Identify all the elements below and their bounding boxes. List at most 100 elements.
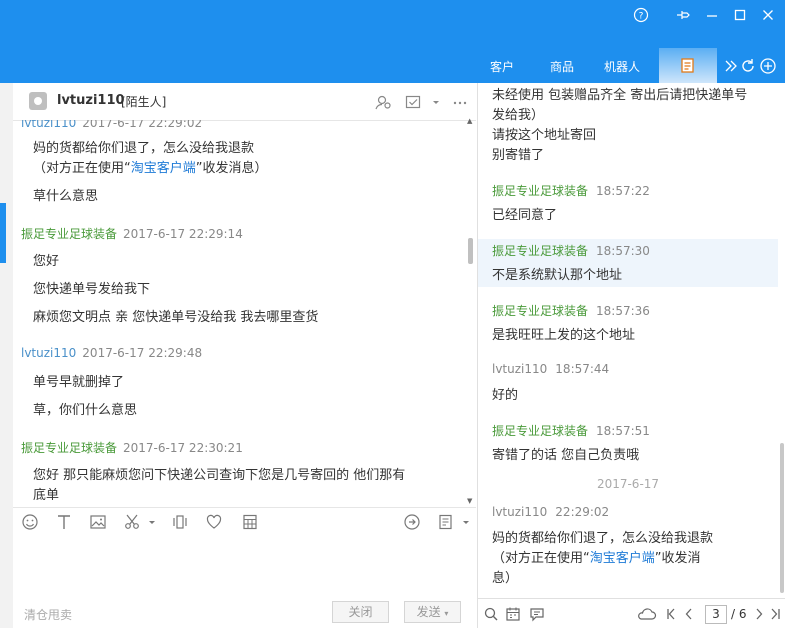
history-text: 妈的货都给你们退了，怎么没给我退款 — [492, 531, 714, 546]
sender-name[interactable]: 振足专业足球装备 — [492, 244, 588, 258]
client-notice: （对方正在使用“淘宝客户端”收发消息） — [33, 157, 268, 176]
history-sender: lvtuzi110 18:57:44 — [492, 362, 609, 376]
history-sender: 振足专业足球装备 18:57:22 — [492, 182, 650, 199]
more-icon[interactable] — [451, 94, 469, 110]
history-panel: 未经使用 包装赠品齐全 寄出后请把快递单号 发给我） 请按这个地址寄回 别寄错了… — [477, 83, 785, 628]
send-button[interactable]: 发送 ▾ — [404, 601, 461, 623]
minimize-icon[interactable] — [702, 6, 722, 24]
emoji-icon[interactable] — [21, 513, 39, 531]
tab-product[interactable]: 商品 — [550, 58, 574, 76]
history-text: 寄错了的话 您自己负责哦 — [492, 448, 640, 463]
scroll-down-icon[interactable]: ▼ — [467, 497, 472, 505]
message-text: 妈的货都给你们退了，怎么没给我退款 — [33, 141, 255, 156]
message-text: 底单 — [33, 488, 60, 500]
sender-name[interactable]: 振足专业足球装备 — [21, 441, 117, 455]
first-page-icon[interactable] — [666, 606, 676, 622]
history-toolbar: 3 / 6 — [478, 598, 785, 629]
scrollbar-thumb[interactable] — [468, 238, 473, 264]
heart-icon[interactable] — [205, 513, 223, 531]
history-text: 发给我） — [492, 108, 545, 123]
task-icon[interactable] — [405, 94, 423, 110]
send-label: 发送 — [416, 605, 441, 619]
chat-panel: lvtuzi110 [陌生人] lvtuzi110 2017-6-17 22:29… — [13, 83, 476, 628]
sender-name[interactable]: 振足专业足球装备 — [492, 424, 588, 438]
user-search-icon[interactable] — [375, 94, 393, 110]
screenshot-dropdown-icon[interactable] — [147, 513, 157, 531]
message-sender: 振足专业足球装备 2017-6-17 22:29:14 — [21, 225, 243, 242]
client-notice-prefix: （对方正在使用“ — [492, 551, 590, 566]
message-list: lvtuzi110 2017-6-17 22:29:02 妈的货都给你们退了，怎么… — [13, 120, 465, 500]
top-bar: ? 客户 商品 机器人 — [0, 0, 785, 83]
history-sender: 振足专业足球装备 18:57:36 — [492, 302, 650, 319]
last-page-icon[interactable] — [770, 606, 782, 622]
prev-page-icon[interactable] — [684, 606, 694, 622]
close-icon[interactable] — [758, 6, 778, 24]
next-page-icon[interactable] — [754, 606, 764, 622]
close-button[interactable]: 关闭 — [332, 601, 389, 623]
contact-tag: [陌生人] — [121, 95, 167, 109]
screenshot-scissors-icon[interactable] — [123, 513, 141, 531]
message-time: 18:57:30 — [596, 244, 650, 258]
message-text: 草什么意思 — [33, 189, 99, 204]
sender-name[interactable]: lvtuzi110 — [492, 505, 547, 519]
message-sender: 振足专业足球装备 2017-6-17 22:30:21 — [21, 439, 243, 456]
dropdown-arrow-icon[interactable] — [431, 94, 441, 110]
client-notice-suffix: ”收发消息） — [195, 161, 268, 176]
refresh-icon[interactable] — [739, 57, 759, 77]
svg-text:?: ? — [639, 12, 644, 22]
cloud-icon[interactable] — [635, 606, 657, 622]
sender-name[interactable]: lvtuzi110 — [492, 362, 547, 376]
input-hint: 清仓甩卖 — [24, 608, 73, 622]
order-note-icon[interactable] — [437, 513, 455, 531]
sender-name[interactable]: lvtuzi110 — [21, 120, 76, 130]
input-toolbar — [13, 507, 476, 536]
tab-customer[interactable]: 客户 — [490, 58, 514, 76]
add-icon[interactable] — [759, 57, 779, 77]
sender-name[interactable]: 振足专业足球装备 — [492, 184, 588, 198]
image-icon[interactable] — [89, 513, 107, 531]
client-notice-suffix: ”收发消 — [654, 551, 701, 566]
scroll-up-icon[interactable]: ▲ — [467, 117, 472, 125]
sender-name[interactable]: lvtuzi110 — [21, 346, 76, 360]
message-sender: lvtuzi110 2017-6-17 22:29:02 — [21, 120, 202, 130]
message-time: 2017-6-17 22:29:48 — [82, 346, 203, 360]
order-note-dropdown-icon[interactable] — [461, 513, 471, 531]
sender-name[interactable]: 振足专业足球装备 — [492, 304, 588, 318]
message-time: 2017-6-17 22:29:02 — [82, 120, 203, 130]
history-text: 好的 — [492, 388, 519, 403]
page-number-input[interactable]: 3 — [705, 605, 727, 624]
history-scrollbar-thumb[interactable] — [780, 443, 784, 593]
message-time: 18:57:36 — [596, 304, 650, 318]
message-text: 单号早就删掉了 — [33, 375, 125, 390]
contact-name[interactable]: lvtuzi110 — [57, 93, 125, 108]
pin-icon[interactable] — [673, 6, 693, 24]
help-icon[interactable]: ? — [631, 6, 651, 24]
sender-name[interactable]: 振足专业足球装备 — [21, 227, 117, 241]
message-input[interactable] — [13, 535, 476, 600]
avatar[interactable] — [29, 92, 47, 110]
history-list: 未经使用 包装赠品齐全 寄出后请把快递单号 发给我） 请按这个地址寄回 别寄错了… — [478, 83, 778, 598]
chat-record-icon[interactable] — [529, 606, 545, 622]
date-separator: 2017-6-17 — [596, 477, 660, 491]
search-icon[interactable] — [483, 606, 499, 622]
font-icon[interactable] — [55, 513, 73, 531]
message-sender: lvtuzi110 2017-6-17 22:29:48 — [21, 346, 202, 360]
message-time: 2017-6-17 22:30:21 — [123, 441, 243, 455]
calendar-icon[interactable] — [505, 606, 521, 622]
message-time: 18:57:44 — [555, 362, 610, 376]
send-dropdown-icon[interactable]: ▾ — [444, 609, 448, 618]
tab-robot[interactable]: 机器人 — [604, 58, 640, 76]
message-time: 18:57:22 — [596, 184, 650, 198]
chat-header: lvtuzi110 [陌生人] — [13, 83, 476, 121]
client-link[interactable]: 淘宝客户端 — [131, 161, 196, 176]
tab-orders-active[interactable] — [659, 48, 717, 83]
shake-icon[interactable] — [171, 513, 189, 531]
client-link[interactable]: 淘宝客户端 — [590, 551, 655, 566]
calculator-icon[interactable] — [241, 513, 259, 531]
history-text: 是我旺旺上发的这个地址 — [492, 328, 636, 343]
maximize-icon[interactable] — [730, 6, 750, 24]
message-text: 您好 那只能麻烦您问下快递公司查询下您是几号寄回的 他们那有 — [33, 468, 406, 483]
quick-reply-icon[interactable] — [403, 513, 421, 531]
left-edge-strip — [0, 83, 13, 628]
history-text: 未经使用 包装赠品齐全 寄出后请把快递单号 — [492, 88, 748, 103]
